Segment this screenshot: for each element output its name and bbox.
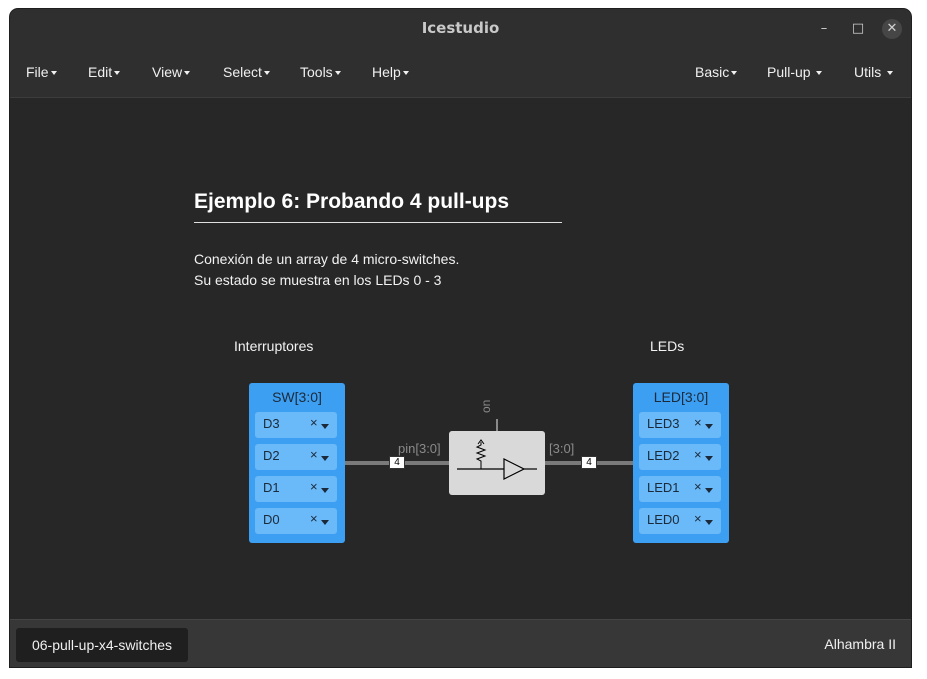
block-input-label: pin[3:0] bbox=[398, 441, 441, 456]
caret-down-icon bbox=[114, 71, 121, 76]
block-output-label: [3:0] bbox=[549, 441, 575, 456]
wire-size-badge: 4 bbox=[389, 456, 405, 469]
caret-down-icon bbox=[816, 71, 823, 76]
caret-down-icon[interactable] bbox=[705, 424, 713, 429]
close-button[interactable]: ✕ bbox=[882, 19, 902, 39]
caret-down-icon[interactable] bbox=[321, 456, 329, 461]
heading-underline bbox=[194, 222, 562, 223]
switches-label: Interruptores bbox=[234, 338, 314, 354]
pin-select-d3[interactable]: D3 × bbox=[255, 412, 337, 438]
menu-file[interactable]: File bbox=[26, 64, 57, 80]
remove-icon[interactable]: × bbox=[694, 447, 702, 462]
output-port-led[interactable]: LED[3:0] LED3 × LED2 × LED1 × LED0 × bbox=[633, 383, 729, 543]
menu-edit[interactable]: Edit bbox=[88, 64, 121, 80]
pin-select-led1[interactable]: LED1 × bbox=[639, 476, 721, 502]
caret-down-icon bbox=[50, 71, 57, 76]
input-port-sw[interactable]: SW[3:0] D3 × D2 × D1 × D0 × bbox=[249, 383, 345, 543]
pin-select-led2[interactable]: LED2 × bbox=[639, 444, 721, 470]
block-on-label: on bbox=[479, 399, 493, 413]
menu-select[interactable]: Select bbox=[223, 64, 270, 80]
caret-down-icon bbox=[334, 71, 341, 76]
menu-help[interactable]: Help bbox=[372, 64, 409, 80]
menu-view[interactable]: View bbox=[152, 64, 191, 80]
pin-select-d0[interactable]: D0 × bbox=[255, 508, 337, 534]
design-canvas[interactable]: Ejemplo 6: Probando 4 pull-ups Conexión … bbox=[10, 98, 911, 628]
remove-icon[interactable]: × bbox=[694, 511, 702, 526]
caret-down-icon bbox=[402, 71, 409, 76]
leds-label: LEDs bbox=[650, 338, 685, 354]
comment-line-1: Conexión de un array de 4 micro-switches… bbox=[194, 251, 460, 267]
file-tab[interactable]: 06-pull-up-x4-switches bbox=[16, 628, 188, 662]
pull-up-symbol-icon bbox=[457, 439, 537, 480]
title-bar[interactable]: Icestudio – □ ✕ bbox=[10, 9, 911, 47]
caret-down-icon[interactable] bbox=[321, 488, 329, 493]
board-name[interactable]: Alhambra II bbox=[824, 636, 896, 652]
caret-down-icon[interactable] bbox=[705, 520, 713, 525]
caret-down-icon bbox=[887, 71, 894, 76]
remove-icon[interactable]: × bbox=[694, 415, 702, 430]
pin-select-led0[interactable]: LED0 × bbox=[639, 508, 721, 534]
menu-basic[interactable]: Basic bbox=[695, 64, 738, 80]
comment-heading: Ejemplo 6: Probando 4 pull-ups bbox=[194, 190, 510, 213]
pin-select-d1[interactable]: D1 × bbox=[255, 476, 337, 502]
wire-size-badge: 4 bbox=[581, 456, 597, 469]
window-title: Icestudio bbox=[421, 19, 500, 37]
caret-down-icon[interactable] bbox=[321, 520, 329, 525]
on-pin-stub bbox=[496, 419, 498, 431]
remove-icon[interactable]: × bbox=[310, 447, 318, 462]
remove-icon[interactable]: × bbox=[310, 479, 318, 494]
status-bar: 06-pull-up-x4-switches Alhambra II bbox=[10, 619, 911, 667]
caret-down-icon[interactable] bbox=[321, 424, 329, 429]
caret-down-icon bbox=[263, 71, 270, 76]
pin-select-led3[interactable]: LED3 × bbox=[639, 412, 721, 438]
pin-select-d2[interactable]: D2 × bbox=[255, 444, 337, 470]
caret-down-icon bbox=[184, 71, 191, 76]
comment-line-2: Su estado se muestra en los LEDs 0 - 3 bbox=[194, 272, 442, 288]
input-port-title: SW[3:0] bbox=[272, 389, 322, 405]
remove-icon[interactable]: × bbox=[310, 511, 318, 526]
menu-bar: File Edit View Select Tools Help Basic P… bbox=[10, 47, 911, 98]
output-port-title: LED[3:0] bbox=[653, 389, 709, 405]
menu-pull-up[interactable]: Pull-up bbox=[767, 64, 823, 80]
caret-down-icon bbox=[731, 71, 738, 76]
caret-down-icon[interactable] bbox=[705, 488, 713, 493]
pull-up-block[interactable] bbox=[449, 431, 545, 495]
maximize-button[interactable]: □ bbox=[848, 19, 868, 39]
caret-down-icon[interactable] bbox=[705, 456, 713, 461]
remove-icon[interactable]: × bbox=[694, 479, 702, 494]
minimize-button[interactable]: – bbox=[814, 19, 834, 39]
menu-utils[interactable]: Utils bbox=[854, 64, 894, 80]
remove-icon[interactable]: × bbox=[310, 415, 318, 430]
menu-tools[interactable]: Tools bbox=[300, 64, 341, 80]
app-window: Icestudio – □ ✕ File Edit View Select To… bbox=[10, 9, 911, 667]
